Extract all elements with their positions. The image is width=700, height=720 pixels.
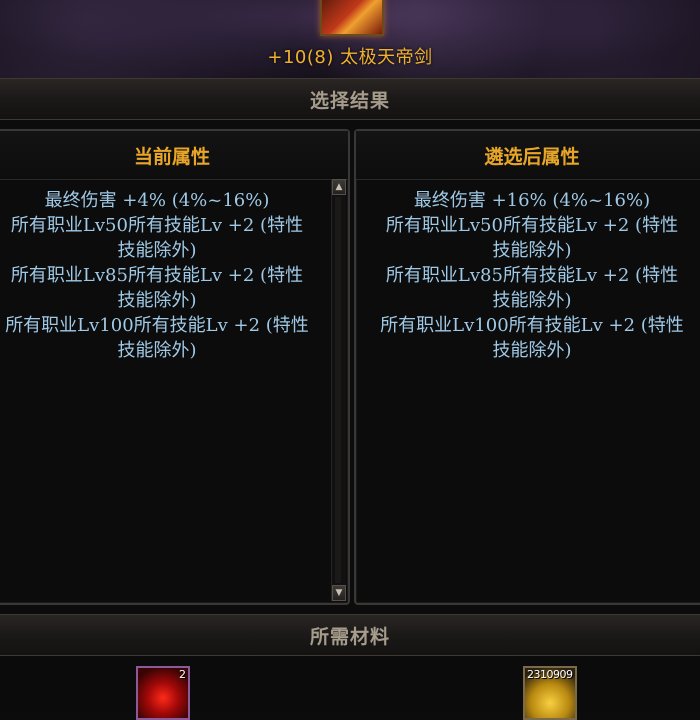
scroll-down-icon[interactable]: ▼ [332,585,346,601]
scroll-track[interactable] [335,197,341,583]
after-attributes-list: 最终伤害 +16% (4%~16%) 所有职业Lv50所有技能Lv +2 (特性… [356,180,700,363]
after-attributes-header: 遴选后属性 [356,131,700,180]
stat-line: 技能除外) [492,340,572,361]
attributes-scrollbar[interactable]: ▲ ▼ [331,179,346,601]
current-attributes-list: 最终伤害 +4% (4%~16%) 所有职业Lv50所有技能Lv +2 (特性 … [0,180,348,363]
material-count: 2310909 [527,668,573,681]
after-attributes-title: 遴选后属性 [484,145,580,168]
sword-icon [320,0,384,36]
materials-section-header: 所需材料 [0,614,700,656]
item-title: +10(8) 太极天帝剑 [267,47,433,68]
current-attributes-title: 当前属性 [133,145,210,168]
current-attributes-header: 当前属性 [0,131,348,180]
current-attributes-panel: 当前属性 最终伤害 +4% (4%~16%) 所有职业Lv50所有技能Lv +2… [0,129,350,605]
gold-coins-icon[interactable]: 2310909 [523,666,577,720]
after-attributes-panel: 遴选后属性 最终伤害 +16% (4%~16%) 所有职业Lv50所有技能Lv … [354,129,700,605]
materials-row: 2 2310909 [0,656,700,720]
result-section-header: 选择结果 [0,78,700,120]
stat-line: 技能除外) [492,240,572,261]
materials-section-title: 所需材料 [309,625,390,648]
stat-line: 所有职业Lv100所有技能Lv +2 (特性 [380,315,684,336]
red-orb-icon[interactable]: 2 [136,666,190,720]
material-count: 2 [179,668,186,681]
stat-line: 技能除外) [117,290,197,311]
stat-line: 最终伤害 +4% (4%~16%) [44,190,270,211]
stat-line: 最终伤害 +16% (4%~16%) [413,190,651,211]
stat-line: 所有职业Lv85所有技能Lv +2 (特性 [385,265,679,286]
stat-line: 技能除外) [492,290,572,311]
stat-line: 所有职业Lv85所有技能Lv +2 (特性 [10,265,304,286]
stat-line: 所有职业Lv50所有技能Lv +2 (特性 [385,215,679,236]
stat-line: 所有职业Lv50所有技能Lv +2 (特性 [10,215,304,236]
result-section-title: 选择结果 [309,89,390,112]
stat-line: 技能除外) [117,340,197,361]
stat-line: 技能除外) [117,240,197,261]
item-banner: +10(8) 太极天帝剑 [0,0,700,78]
stat-line: 所有职业Lv100所有技能Lv +2 (特性 [5,315,309,336]
scroll-up-icon[interactable]: ▲ [332,179,346,195]
